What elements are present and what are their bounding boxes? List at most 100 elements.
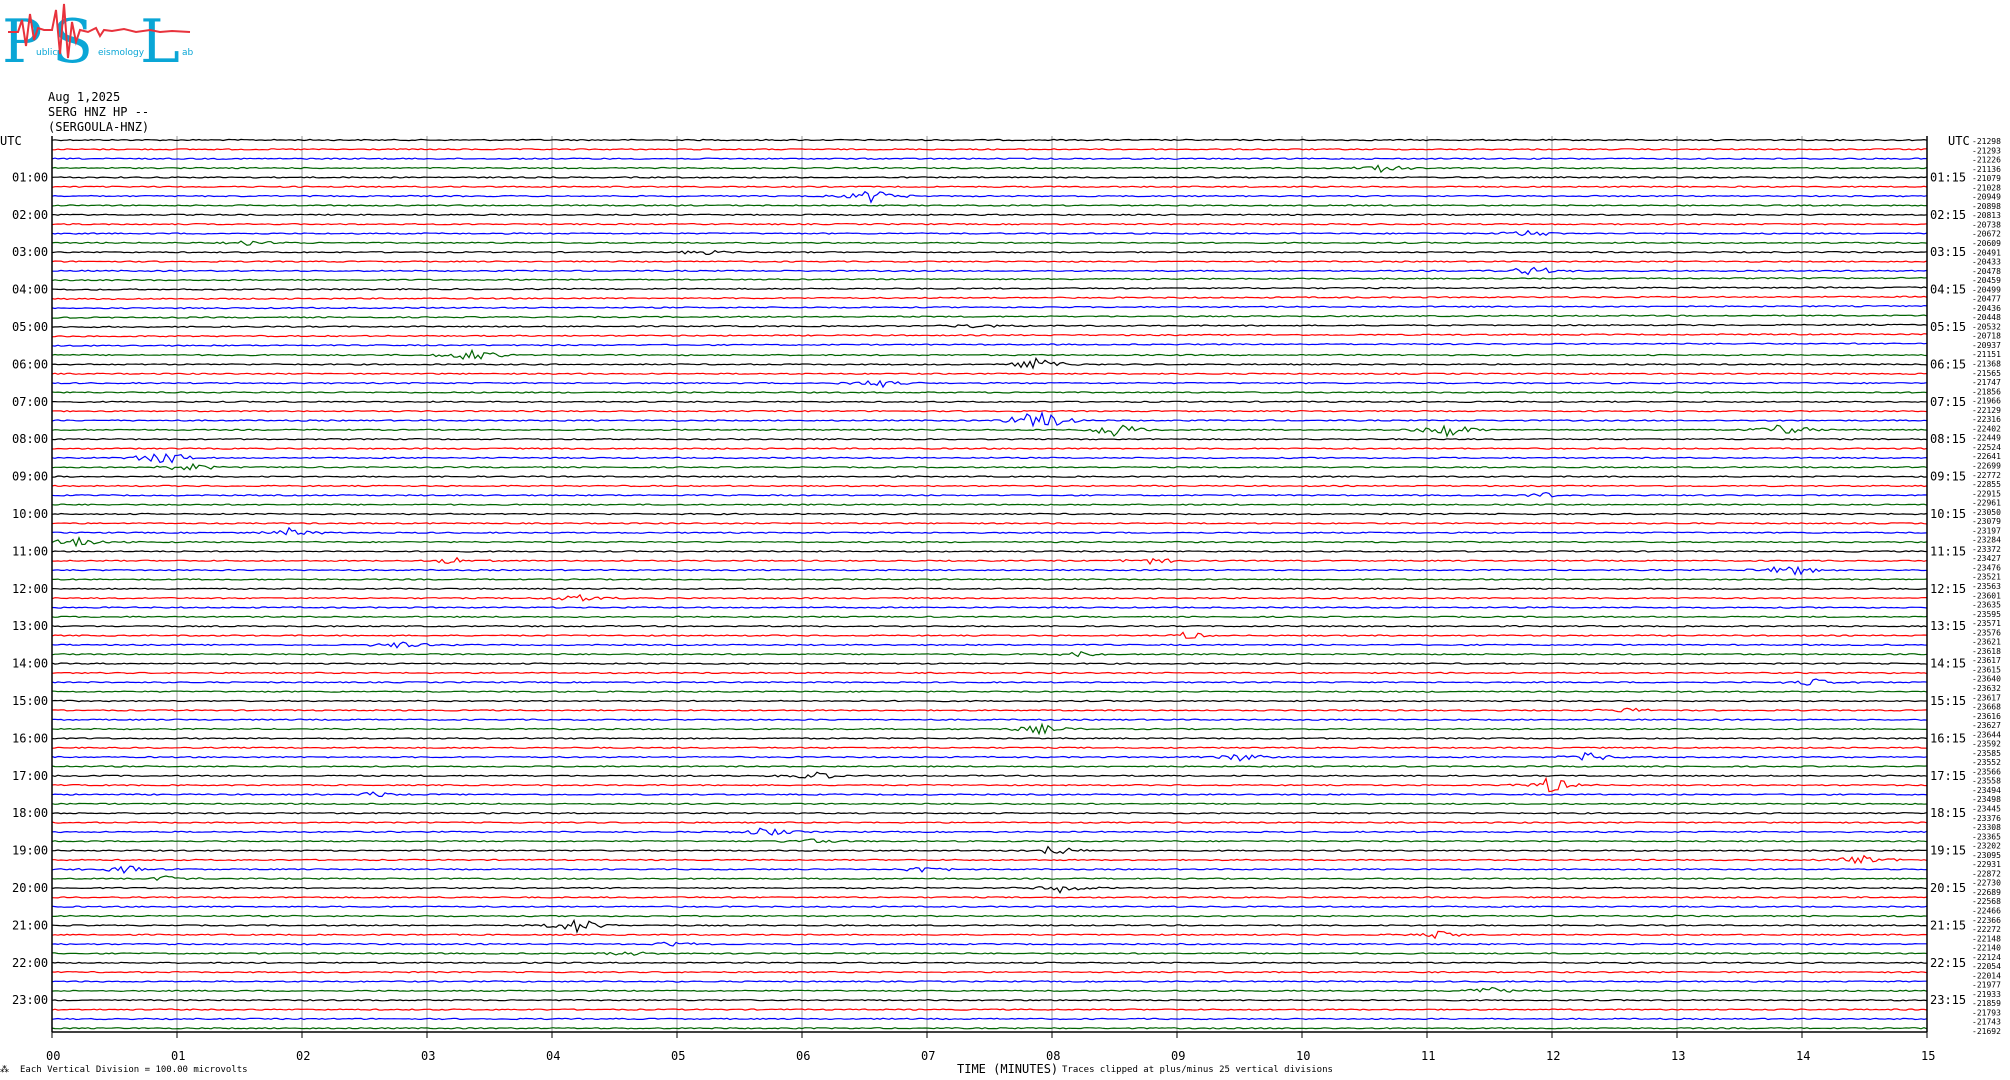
right-offset-label-5: -21028 <box>1972 183 2001 192</box>
right-offset-label-83: -22466 <box>1972 906 2001 915</box>
trace-row-44 <box>51 550 1928 553</box>
trace-row-8 <box>51 213 1928 217</box>
right-offset-label-53: -23576 <box>1972 628 2001 637</box>
right-hour-label-20: 21:15 <box>1930 918 1966 932</box>
right-offset-label-75: -23365 <box>1972 832 2001 841</box>
trace-row-50 <box>51 606 1928 609</box>
right-offset-label-48: -23563 <box>1972 582 2001 591</box>
corner-mark: ⁂ <box>0 1064 9 1075</box>
right-offset-label-61: -23668 <box>1972 703 2001 712</box>
x-tick-label-9: 09 <box>1171 1049 1185 1063</box>
x-tick-label-11: 11 <box>1421 1049 1435 1063</box>
right-offset-label-72: -23445 <box>1972 805 2001 814</box>
x-tick-label-14: 14 <box>1796 1049 1810 1063</box>
trace-row-86 <box>51 941 1927 947</box>
trace-row-91 <box>51 986 1928 993</box>
right-offset-label-29: -22129 <box>1972 406 2001 415</box>
trace-row-56 <box>51 662 1928 665</box>
trace-row-14 <box>52 266 1928 276</box>
trace-row-57 <box>51 671 1928 675</box>
left-hour-label-6: 07:00 <box>12 395 48 409</box>
right-offset-label-82: -22568 <box>1972 897 2001 906</box>
right-hour-label-4: 05:15 <box>1930 320 1966 334</box>
trace-row-18 <box>51 304 1928 310</box>
right-offset-label-58: -23640 <box>1972 675 2001 684</box>
right-offset-label-85: -22272 <box>1972 925 2001 934</box>
right-offset-label-43: -23284 <box>1972 536 2001 545</box>
right-offset-label-26: -21747 <box>1972 378 2001 387</box>
right-hour-label-19: 20:15 <box>1930 881 1966 895</box>
trace-row-25 <box>51 372 1928 375</box>
trace-row-77 <box>52 854 1928 865</box>
right-offset-label-50: -23635 <box>1972 601 2001 610</box>
trace-row-83 <box>51 914 1928 918</box>
left-hour-label-1: 02:00 <box>12 208 48 222</box>
trace-row-29 <box>51 409 1928 413</box>
x-tick-label-1: 01 <box>171 1049 185 1063</box>
x-tick-label-8: 08 <box>1046 1049 1060 1063</box>
right-offset-label-52: -23571 <box>1972 619 2001 628</box>
left-hour-label-20: 21:00 <box>12 918 48 932</box>
right-offset-label-63: -23627 <box>1972 721 2001 730</box>
right-offset-label-88: -22124 <box>1972 953 2001 962</box>
right-offset-label-25: -21565 <box>1972 369 2001 378</box>
left-hour-label-4: 05:00 <box>12 320 48 334</box>
trace-row-21 <box>51 332 1928 338</box>
trace-row-17 <box>51 295 1928 301</box>
x-tick-label-5: 05 <box>671 1049 685 1063</box>
right-offset-label-70: -23494 <box>1972 786 2001 795</box>
right-offset-label-77: -23095 <box>1972 851 2001 860</box>
x-tick-label-4: 04 <box>546 1049 560 1063</box>
trace-row-47 <box>52 578 1928 581</box>
right-offset-label-35: -22699 <box>1972 461 2001 470</box>
trace-row-48 <box>51 587 1928 591</box>
right-offset-label-92: -21933 <box>1972 990 2001 999</box>
left-hour-label-15: 16:00 <box>12 731 48 745</box>
right-offset-label-47: -23521 <box>1972 573 2001 582</box>
trace-row-0 <box>51 138 1928 142</box>
right-offset-label-91: -21977 <box>1972 981 2001 990</box>
trace-row-73 <box>51 821 1928 824</box>
trace-row-26 <box>51 379 1928 389</box>
trace-row-45 <box>52 556 1928 566</box>
right-offset-label-71: -23498 <box>1972 795 2001 804</box>
trace-row-4 <box>51 176 1928 179</box>
left-hour-label-3: 04:00 <box>12 283 48 297</box>
trace-row-31 <box>51 424 1928 438</box>
right-hour-label-9: 10:15 <box>1930 507 1966 521</box>
left-hour-labels: 01:00 02:00 03:00 04:00 05:00 06:00 07:00 08:00… <box>12 170 48 1007</box>
right-offset-label-94: -21793 <box>1972 1008 2001 1017</box>
right-offset-label-73: -23376 <box>1972 814 2001 823</box>
trace-row-81 <box>51 896 1928 899</box>
right-offset-label-18: -20436 <box>1972 304 2001 313</box>
trace-row-11 <box>51 240 1928 246</box>
right-offset-label-40: -23050 <box>1972 508 2001 517</box>
trace-row-85 <box>51 930 1928 940</box>
right-offset-label-39: -22961 <box>1972 499 2001 508</box>
right-offset-label-51: -23595 <box>1972 610 2001 619</box>
right-offset-label-19: -20448 <box>1972 313 2001 322</box>
left-utc-label: UTC <box>0 134 22 148</box>
right-offset-label-38: -22915 <box>1972 489 2001 498</box>
right-offset-label-44: -23372 <box>1972 545 2001 554</box>
trace-row-37 <box>51 484 1928 488</box>
trace-row-94 <box>51 1017 1928 1021</box>
right-offset-label-22: -20937 <box>1972 341 2001 350</box>
left-hour-label-19: 20:00 <box>12 881 48 895</box>
trace-row-6 <box>51 190 1928 204</box>
right-offset-label-10: -20672 <box>1972 230 2001 239</box>
trace-row-55 <box>51 650 1928 658</box>
right-offset-label-0: -21298 <box>1972 137 2001 146</box>
trace-row-53 <box>51 631 1928 639</box>
trace-row-82 <box>51 905 1928 908</box>
trace-row-79 <box>51 875 1927 881</box>
trace-row-68 <box>51 771 1928 779</box>
trace-row-19 <box>52 314 1928 319</box>
right-hour-label-22: 23:15 <box>1930 993 1966 1007</box>
trace-row-60 <box>51 699 1927 703</box>
right-hour-label-0: 01:15 <box>1930 170 1966 184</box>
right-offset-label-69: -23558 <box>1972 777 2001 786</box>
trace-row-33 <box>51 447 1928 450</box>
right-offset-label-1: -21293 <box>1972 146 2001 155</box>
right-offset-label-28: -21966 <box>1972 397 2001 406</box>
